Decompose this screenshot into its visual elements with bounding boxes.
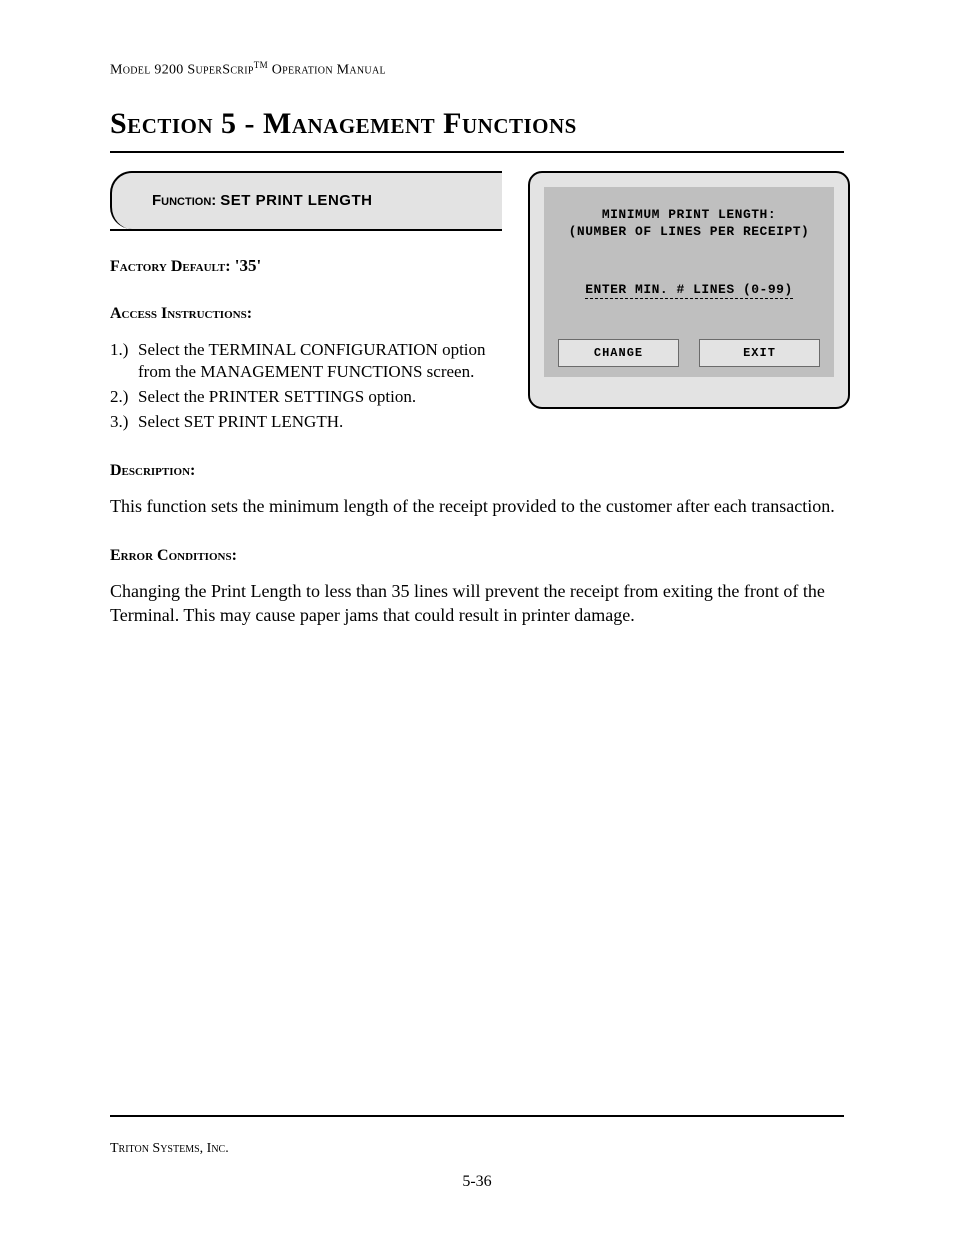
item-number: 1.) [110,339,138,385]
factory-default-value: '35' [231,256,262,275]
item-text: Select the PRINTER SETTINGS option. [138,386,520,409]
function-name: SET PRINT LENGTH [220,192,372,209]
header-tail: Operation Manual [268,63,386,78]
error-conditions-label: Error Conditions: [110,547,237,564]
item-number: 3.) [110,411,138,434]
function-tab: Function: SET PRINT LENGTH [110,171,502,229]
trademark-symbol: TM [254,60,268,70]
terminal-screen: MINIMUM PRINT LENGTH: (NUMBER OF LINES P… [544,187,834,377]
screen-prompt: ENTER MIN. # LINES (0-99) [585,282,793,299]
terminal-screen-panel: MINIMUM PRINT LENGTH: (NUMBER OF LINES P… [528,171,850,409]
footer-company: Triton Systems, Inc. [110,1141,229,1157]
function-label: Function: [152,192,216,209]
change-button[interactable]: CHANGE [558,339,679,367]
left-column: Factory Default: '35' Access Instruction… [110,255,520,435]
description-label: Description: [110,462,195,479]
item-text: Select SET PRINT LENGTH. [138,411,520,434]
screen-line-2: (NUMBER OF LINES PER RECEIPT) [544,224,834,241]
item-number: 2.) [110,386,138,409]
list-item: 1.) Select the TERMINAL CONFIGURATION op… [110,339,520,385]
footer-page-number: 5-36 [0,1173,954,1191]
exit-button-label: EXIT [743,346,776,360]
screen-button-row: CHANGE EXIT [558,339,820,367]
error-conditions-text: Changing the Print Length to less than 3… [110,579,844,628]
screen-line-1: MINIMUM PRINT LENGTH: [544,207,834,224]
function-block: Function: SET PRINT LENGTH Factory Defau… [110,171,844,435]
header-model: Model 9200 SuperScrip [110,63,254,78]
description-text: This function sets the minimum length of… [110,494,844,518]
factory-default-label: Factory Default: [110,258,231,275]
item-text: Select the TERMINAL CONFIGURATION option… [138,339,520,385]
change-button-label: CHANGE [594,346,643,360]
running-header: Model 9200 SuperScripTM Operation Manual [110,60,844,79]
list-item: 3.) Select SET PRINT LENGTH. [110,411,520,434]
list-item: 2.) Select the PRINTER SETTINGS option. [110,386,520,409]
title-rule [110,151,844,153]
access-instructions-list: 1.) Select the TERMINAL CONFIGURATION op… [110,339,520,435]
tab-underline [110,229,502,231]
section-title: Section 5 - Management Functions [110,107,844,141]
access-instructions-label: Access Instructions: [110,305,252,322]
exit-button[interactable]: EXIT [699,339,820,367]
footer-rule [110,1115,844,1117]
